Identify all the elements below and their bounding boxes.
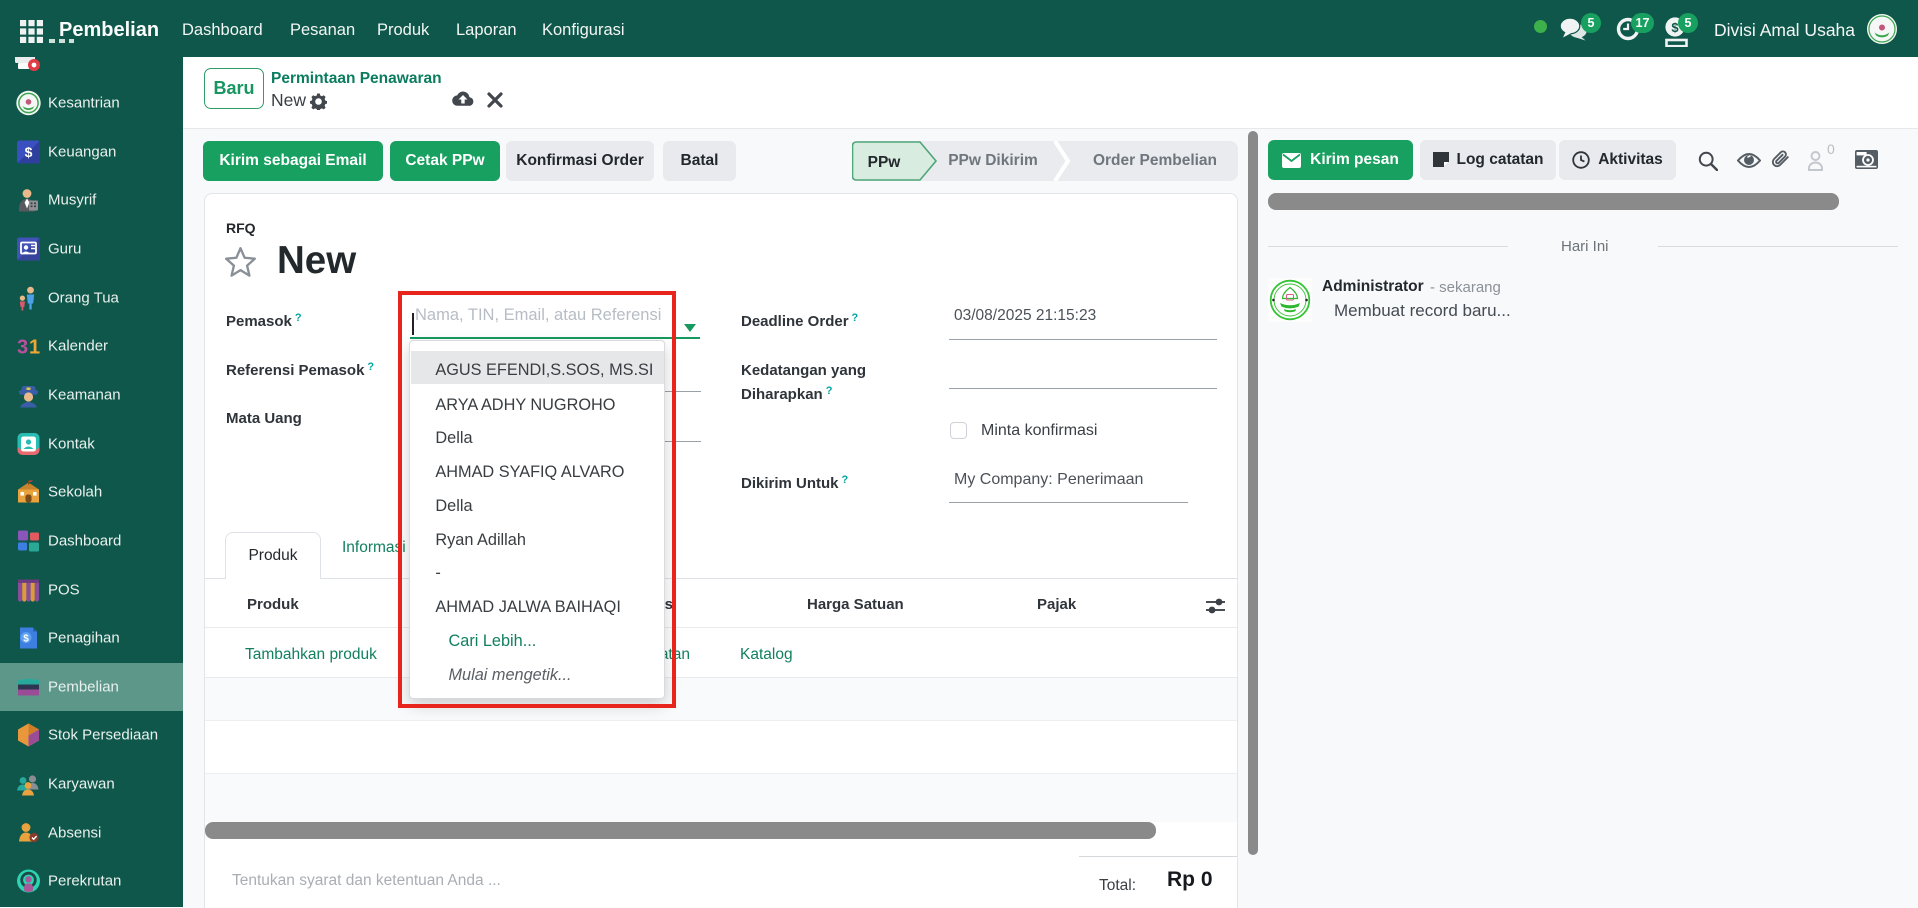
svg-text:$: $ (23, 634, 29, 645)
svg-text:$: $ (25, 144, 33, 160)
svg-text:PPw: PPw (868, 154, 902, 171)
svg-text:1: 1 (29, 337, 40, 359)
svg-text:3: 3 (17, 337, 28, 359)
